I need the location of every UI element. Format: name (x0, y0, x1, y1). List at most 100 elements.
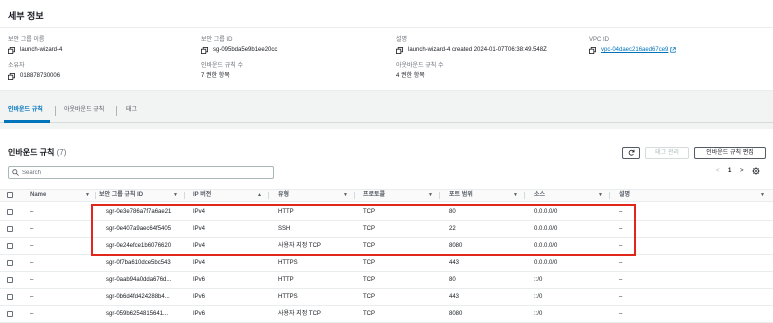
sort-caret-icon[interactable]: ▼ (428, 190, 433, 201)
active-tab-indicator (4, 120, 50, 123)
outbound-count-label: 아웃바운드 규칙 수 (396, 63, 444, 69)
refresh-button[interactable] (622, 147, 640, 159)
cell-protocol: TCP (363, 294, 375, 300)
cell-description: – (619, 311, 623, 317)
column-header-name[interactable]: Name (30, 190, 46, 201)
field-sg-id: 보안 그룹 ID sg-095bda5e9b1ee20cc (201, 36, 386, 54)
cell-description: – (619, 260, 623, 266)
sort-caret-icon[interactable]: ▼ (85, 190, 90, 201)
cell-rule-id: sgr-0f7ba610dce5bc543 (106, 260, 171, 266)
column-header-port-range[interactable]: 포트 범위 (449, 190, 473, 201)
sort-caret-icon[interactable]: ▼ (173, 190, 178, 201)
search-box[interactable] (8, 166, 274, 179)
column-header-type[interactable]: 유형 (278, 190, 289, 201)
cell-name: – (30, 294, 34, 300)
row-checkbox[interactable] (7, 294, 13, 300)
external-link-icon[interactable] (670, 47, 677, 53)
cell-source: ::/0 (534, 311, 543, 317)
field-sg-name: 보안 그룹 이름 launch-wizard-4 (8, 36, 193, 54)
column-header-protocol[interactable]: 프로토콜 (363, 190, 385, 201)
field-owner: 소유자 018878730006 (8, 62, 193, 80)
cell-ip-version: IPv4 (193, 260, 206, 266)
column-separator (184, 192, 185, 199)
column-separator (354, 192, 355, 199)
tab-separator (55, 106, 56, 116)
row-checkbox[interactable] (7, 277, 13, 283)
column-header-source[interactable]: 소스 (534, 190, 545, 201)
next-page-button[interactable]: > (740, 168, 744, 174)
owner-value: 018878730006 (20, 73, 61, 79)
tab-tags[interactable]: 태그 (126, 99, 137, 123)
panel-title-text: 인바운드 규칙 (8, 148, 55, 157)
description-value: launch-wizard-4 created 2024-01-07T06:38… (408, 47, 547, 53)
column-header-rule-id[interactable]: 보안 그룹 규칙 ID (99, 190, 143, 201)
prev-page-button[interactable]: < (716, 168, 720, 174)
cell-source: 0.0.0.0/0 (534, 260, 558, 266)
field-vpc-id: VPC ID vpc-04daec216aed67ce9 (589, 36, 773, 54)
select-all-checkbox[interactable] (7, 192, 13, 198)
security-group-page: 세부 정보 보안 그룹 이름 launch-wizard-4 보안 그룹 ID … (0, 0, 773, 323)
inbound-count-value: 7 권한 항목 (201, 73, 230, 79)
outbound-count-value: 4 권한 항목 (396, 73, 425, 79)
details-divider (0, 27, 773, 28)
edit-inbound-rules-button[interactable]: 인바운드 규칙 편집 (694, 147, 766, 159)
highlight-box (91, 204, 636, 256)
cell-source: ::/0 (534, 277, 543, 283)
cell-description: – (619, 294, 623, 300)
copy-icon[interactable] (8, 72, 15, 80)
copy-icon[interactable] (201, 46, 208, 54)
row-checkbox[interactable] (7, 209, 13, 215)
row-checkbox[interactable] (7, 226, 13, 232)
sort-caret-icon[interactable]: ▼ (513, 190, 518, 201)
cell-description: – (619, 277, 623, 283)
copy-icon[interactable] (8, 46, 15, 54)
sg-id-value: sg-095bda5e9b1ee20cc (213, 47, 278, 53)
tab-outbound-rules[interactable]: 아웃바운드 규칙 (64, 99, 104, 123)
copy-icon[interactable] (589, 46, 596, 54)
row-checkbox[interactable] (7, 260, 13, 266)
current-page[interactable]: 1 (728, 168, 731, 174)
vpc-id-link[interactable]: vpc-04daec216aed67ce9 (601, 46, 668, 54)
sort-caret-icon[interactable]: ▼ (760, 190, 765, 201)
cell-port-range: 8080 (449, 311, 463, 317)
rule-count: (7) (56, 148, 67, 157)
table-row[interactable]: – sgr-0b6d4fd424288b4... IPv6 HTTPS TCP 443::… (0, 289, 773, 306)
cell-type: HTTP (278, 277, 294, 283)
cell-port-range: 443 (449, 294, 460, 300)
cell-protocol: TCP (363, 277, 375, 283)
details-title: 세부 정보 (8, 11, 44, 21)
cell-rule-id: sgr-0b6d4fd424288b4... (106, 294, 170, 300)
table-row[interactable]: – sgr-0aab94a0dda676d... IPv6 HTTP TCP 80::/0… (0, 272, 773, 289)
cell-protocol: TCP (363, 260, 375, 266)
column-separator (439, 192, 440, 199)
row-checkbox[interactable] (7, 311, 13, 317)
column-header-description[interactable]: 설명 (619, 190, 630, 201)
field-description: 설명 launch-wizard-4 created 2024-01-07T06… (396, 36, 581, 54)
details-panel: 세부 정보 보안 그룹 이름 launch-wizard-4 보안 그룹 ID … (0, 0, 773, 91)
column-header-ip-version[interactable]: IP 버전 (193, 190, 211, 201)
cell-rule-id: sgr-059b6254815641... (106, 311, 169, 317)
table-row[interactable]: – sgr-059b6254815641... IPv6 사용자 지정 TCP TCP 8… (0, 306, 773, 323)
cell-name: – (30, 226, 34, 232)
inbound-count-label: 인바운드 규칙 수 (201, 63, 243, 69)
cell-rule-id: sgr-0aab94a0dda676d... (106, 277, 172, 283)
vpc-id-label: VPC ID (589, 37, 610, 43)
search-input[interactable] (22, 167, 270, 178)
column-separator (609, 192, 610, 199)
panel-title: 인바운드 규칙 (7) (8, 147, 66, 158)
sort-caret-icon[interactable]: ▼ (343, 190, 348, 201)
table-row[interactable]: – sgr-0f7ba610dce5bc543 IPv4 HTTPS TCP 443 0.0… (0, 255, 773, 272)
sort-caret-icon[interactable]: ▲ (257, 190, 262, 201)
cell-type: 사용자 지정 TCP (278, 311, 321, 317)
manage-tags-button[interactable]: 태그 관리 (645, 147, 689, 159)
row-checkbox[interactable] (7, 243, 13, 249)
settings-gear-icon[interactable] (752, 167, 760, 175)
cell-protocol: TCP (363, 311, 375, 317)
copy-icon[interactable] (396, 46, 403, 54)
search-icon (12, 169, 19, 176)
sg-name-label: 보안 그룹 이름 (8, 37, 45, 43)
cell-type: HTTPS (278, 294, 298, 300)
sort-caret-icon[interactable]: ▼ (598, 190, 603, 201)
cell-port-range: 443 (449, 260, 460, 266)
cell-name: – (30, 311, 34, 317)
